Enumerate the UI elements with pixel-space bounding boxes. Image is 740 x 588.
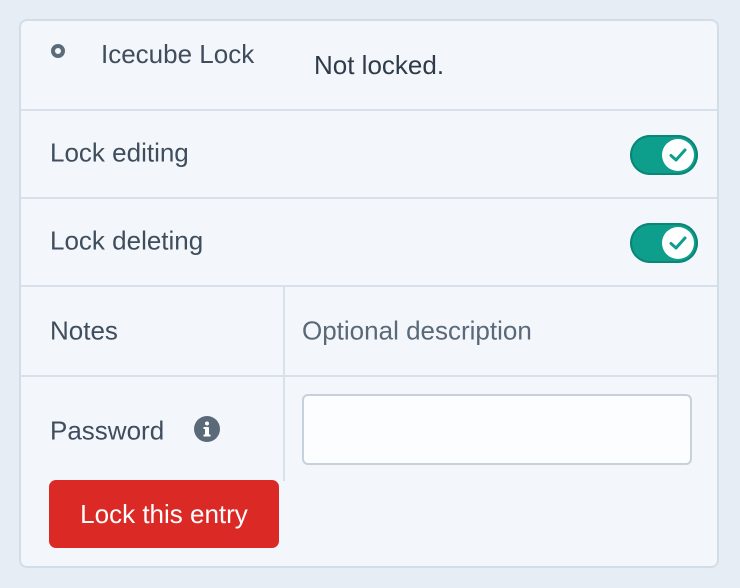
checkmark-icon: [669, 236, 687, 250]
lock-deleting-toggle[interactable]: [630, 223, 698, 263]
notes-row: Notes Optional description: [21, 287, 717, 377]
lock-status-text: Not locked.: [314, 50, 445, 80]
info-icon[interactable]: [194, 416, 220, 442]
password-input[interactable]: [302, 394, 692, 465]
lock-entry-button[interactable]: Lock this entry: [49, 480, 279, 548]
toggle-knob: [662, 139, 694, 171]
lock-editing-toggle[interactable]: [630, 135, 698, 175]
status-circle-icon: [51, 44, 65, 58]
lock-deleting-row: Lock deleting: [21, 199, 717, 287]
checkmark-icon: [669, 148, 687, 162]
lock-editing-row: Lock editing: [21, 111, 717, 199]
password-row: Password: [21, 377, 717, 483]
panel-title: Icecube Lock: [101, 39, 255, 69]
password-label: Password: [50, 415, 165, 446]
column-divider: [283, 287, 285, 481]
notes-label: Notes: [50, 315, 118, 346]
lock-editing-label: Lock editing: [50, 137, 189, 168]
notes-value[interactable]: Optional description: [302, 316, 532, 347]
lock-deleting-label: Lock deleting: [50, 225, 204, 256]
lock-header-row: Icecube Lock Not locked.: [21, 21, 717, 111]
toggle-knob: [662, 227, 694, 259]
info-glyph-icon: [203, 421, 211, 437]
